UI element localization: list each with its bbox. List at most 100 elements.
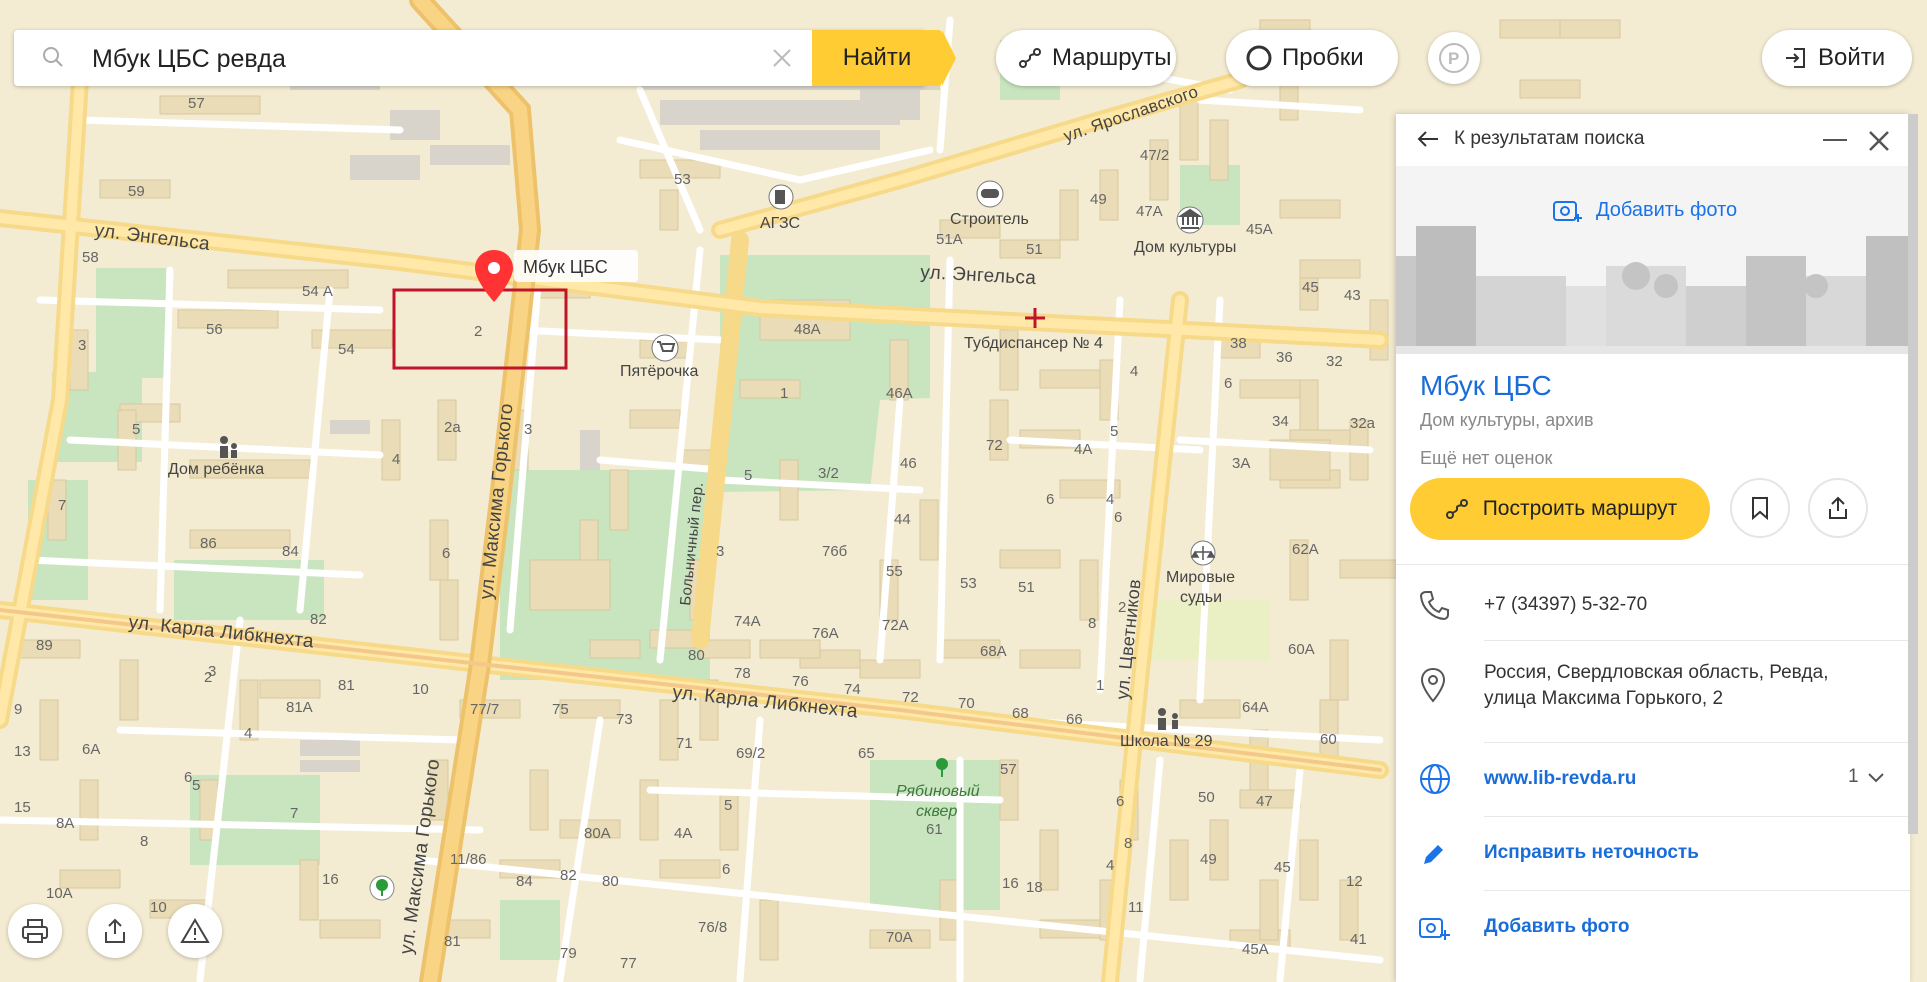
- add-photo-bottom-link[interactable]: Добавить фото: [1484, 914, 1629, 940]
- phone-number[interactable]: +7 (34397) 5-32-70: [1484, 592, 1647, 618]
- chevron-down-icon[interactable]: [1866, 770, 1886, 786]
- poi-mirovye-2: судьи: [1180, 589, 1222, 606]
- house-number: 41: [1350, 931, 1367, 948]
- house-number: 45А: [1242, 941, 1269, 958]
- website-row[interactable]: www.lib-revda.ru 1: [1396, 762, 1910, 818]
- house-number: 6: [1116, 793, 1124, 810]
- bookmark-button[interactable]: [1730, 478, 1790, 538]
- share-icon: [105, 918, 125, 943]
- report-problem-button[interactable]: [168, 904, 222, 958]
- parking-button[interactable]: P: [1428, 32, 1480, 84]
- house-number: 57: [188, 95, 205, 112]
- poi-shkola: Школа № 29: [1120, 733, 1213, 750]
- camera-plus-icon: [1419, 918, 1450, 940]
- house-number: 6: [1046, 491, 1054, 508]
- map-share-button[interactable]: [88, 904, 142, 958]
- house-number: 32: [1326, 353, 1343, 370]
- house-number: 16: [1002, 875, 1019, 892]
- address-line-2: улица Максима Горького, 2: [1484, 688, 1724, 709]
- share-button[interactable]: [1808, 478, 1868, 538]
- bookmark-icon: [1752, 497, 1768, 521]
- edit-link[interactable]: Исправить неточность: [1484, 840, 1699, 866]
- house-number: 81: [444, 933, 461, 950]
- house-number: 4: [392, 451, 400, 468]
- close-icon[interactable]: [1864, 126, 1894, 156]
- house-number: 62А: [1292, 541, 1319, 558]
- house-number: 5: [132, 421, 140, 438]
- house-number: 16: [322, 871, 339, 888]
- search-input[interactable]: [90, 40, 754, 78]
- add-photo-row[interactable]: Добавить фото: [1396, 910, 1910, 960]
- house-number: 46: [900, 455, 917, 472]
- house-number: 81: [338, 677, 355, 694]
- traffic-icon: [1246, 45, 1272, 71]
- house-number: 34: [1272, 413, 1289, 430]
- house-number: 10А: [46, 885, 73, 902]
- routes-label: Маршруты: [1052, 44, 1172, 71]
- house-number: 10: [150, 899, 167, 916]
- build-route-button[interactable]: Построить маршрут: [1410, 478, 1710, 540]
- house-number: 70А: [886, 929, 913, 946]
- divider: [1484, 742, 1910, 743]
- website-link[interactable]: www.lib-revda.ru: [1484, 766, 1636, 792]
- house-number: 47А: [1136, 203, 1163, 220]
- house-number: 68А: [980, 643, 1007, 660]
- house-number: 6: [1114, 509, 1122, 526]
- poi-dom-rebenka: Дом ребёнка: [168, 461, 264, 478]
- house-number: 3А: [1232, 455, 1250, 472]
- house-number: 61: [926, 821, 943, 838]
- panel-scrollbar[interactable]: [1908, 114, 1918, 834]
- house-number: 78: [734, 665, 751, 682]
- house-number: 3: [524, 421, 532, 438]
- house-number: 53: [960, 575, 977, 592]
- add-photo-top-button[interactable]: Добавить фото: [1552, 196, 1737, 224]
- back-to-results-link[interactable]: К результатам поиска: [1416, 128, 1644, 150]
- divider: [1484, 640, 1910, 641]
- login-button[interactable]: Войти: [1762, 30, 1912, 86]
- house-number: 73: [616, 711, 633, 728]
- museum-icon: [1176, 206, 1204, 234]
- house-number: 47/2: [1140, 147, 1169, 164]
- edit-row[interactable]: Исправить неточность: [1396, 836, 1910, 886]
- house-number: 82: [560, 867, 577, 884]
- divider: [1484, 816, 1910, 817]
- house-number: 6: [1224, 375, 1232, 392]
- house-number: 15: [14, 799, 31, 816]
- house-number: 64А: [1242, 699, 1269, 716]
- house-number: 1: [780, 385, 788, 402]
- house-number: 72А: [882, 617, 909, 634]
- clear-icon[interactable]: [768, 44, 796, 72]
- route-icon: [1019, 48, 1041, 68]
- phone-row[interactable]: +7 (34397) 5-32-70: [1396, 588, 1910, 638]
- poi-mirovye-1: Мировые: [1166, 569, 1235, 586]
- print-button[interactable]: [8, 904, 62, 958]
- fuel-station-icon: [768, 184, 794, 210]
- house-number: 51: [1026, 241, 1043, 258]
- traffic-label: Пробки: [1282, 44, 1364, 71]
- house-number: 82: [310, 611, 327, 628]
- house-number: 76/8: [698, 919, 727, 936]
- routes-button[interactable]: Маршруты: [996, 30, 1176, 86]
- house-number: 76б: [822, 543, 847, 560]
- house-number: 3: [208, 663, 216, 680]
- org-rating: Ещё нет оценок: [1420, 448, 1553, 468]
- house-number: 4: [244, 725, 252, 742]
- traffic-button[interactable]: Пробки: [1226, 30, 1398, 86]
- house-number: 4: [1130, 363, 1138, 380]
- shopping-cart-icon: [651, 334, 679, 362]
- minimize-icon[interactable]: [1820, 128, 1850, 152]
- find-button[interactable]: Найти: [812, 30, 956, 86]
- house-number: 8: [1124, 835, 1132, 852]
- culture-icon: [976, 180, 1004, 208]
- house-number: 80: [602, 873, 619, 890]
- house-number: 5: [1110, 423, 1118, 440]
- house-number: 7: [58, 497, 66, 514]
- pencil-icon: [1424, 845, 1443, 864]
- house-number: 81А: [286, 699, 313, 716]
- poi-stroitel: Строитель: [950, 211, 1029, 228]
- organization-panel: К результатам поиска Добавить фото Мбук …: [1396, 114, 1910, 982]
- house-number: 75: [552, 701, 569, 718]
- house-number: 45: [1302, 279, 1319, 296]
- house-number: 57: [1000, 761, 1017, 778]
- org-name[interactable]: Мбук ЦБС: [1420, 370, 1552, 402]
